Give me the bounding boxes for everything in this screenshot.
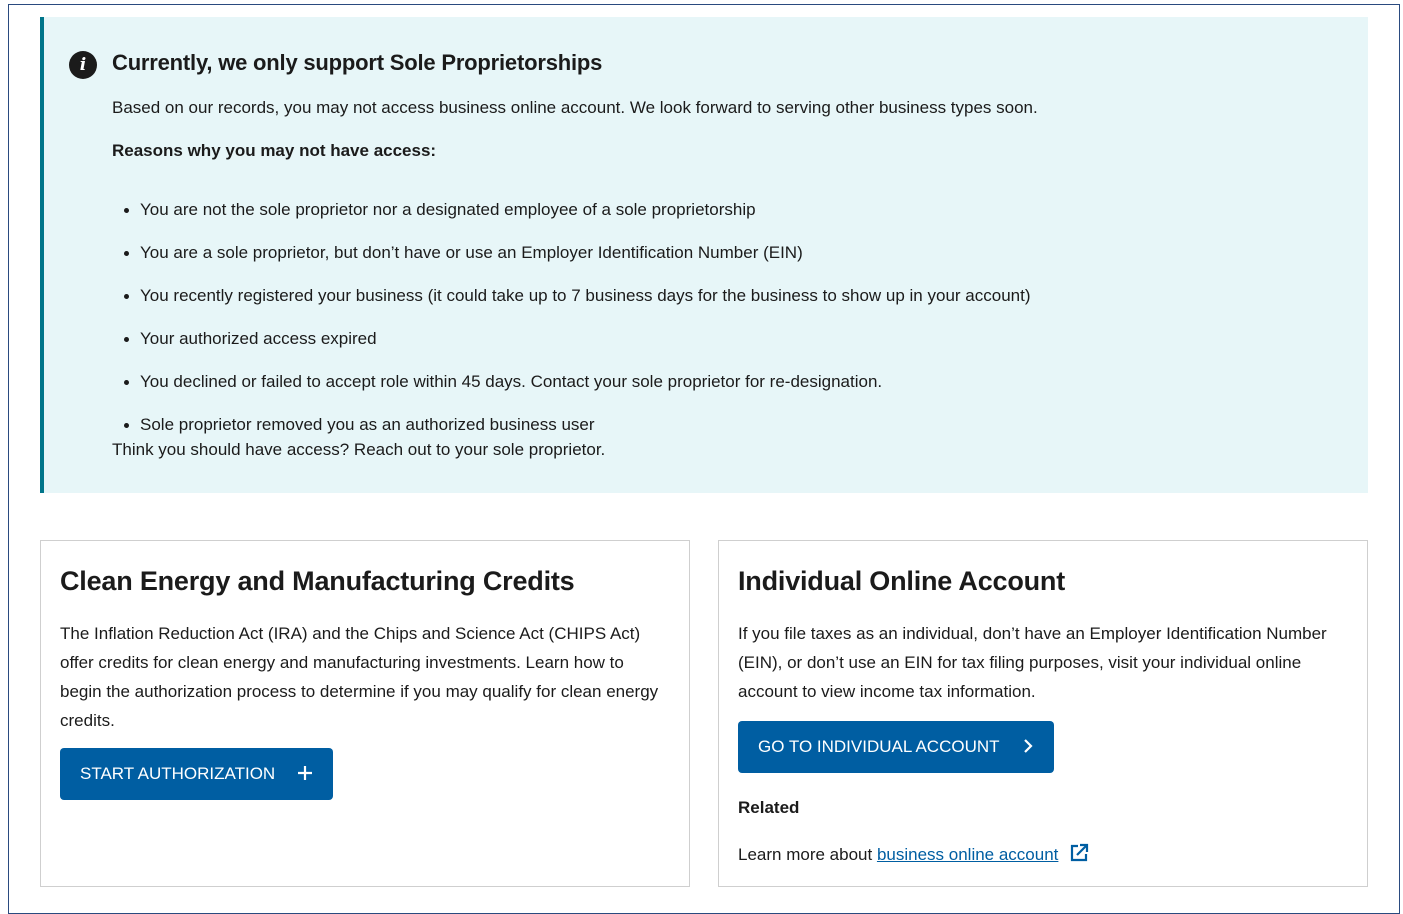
reason-item: You are not the sole proprietor nor a de… [112, 198, 1030, 241]
business-online-account-link-text: business online account [876, 845, 1059, 864]
info-icon: i [69, 51, 97, 79]
alert-title: Currently, we only support Sole Propriet… [112, 50, 603, 75]
individual-account-card: Individual Online Account If you file ta… [718, 540, 1368, 887]
reason-item: You recently registered your business (i… [112, 284, 1030, 327]
go-to-individual-account-button[interactable]: GO TO INDIVIDUAL ACCOUNT [738, 721, 1054, 773]
start-authorization-label: START AUTHORIZATION [80, 764, 276, 783]
related-label: Related [738, 798, 800, 817]
individual-account-title: Individual Online Account [738, 566, 1066, 596]
learn-more-text: Learn more about business online account [738, 843, 1089, 870]
reasons-list: You are not the sole proprietor nor a de… [112, 198, 1030, 456]
chevron-right-icon [1022, 736, 1034, 758]
business-online-account-link[interactable]: business online account [877, 845, 1058, 864]
learn-more-prefix: Learn more about [738, 845, 873, 864]
start-authorization-button[interactable]: START AUTHORIZATION [60, 748, 334, 800]
go-to-individual-account-label: GO TO INDIVIDUAL ACCOUNT [758, 737, 1000, 756]
clean-energy-description: The Inflation Reduction Act (IRA) and th… [60, 624, 659, 730]
plus-icon [297, 763, 313, 785]
info-alert: i Currently, we only support Sole Propri… [40, 17, 1368, 493]
individual-account-description: If you file taxes as an individual, don’… [738, 624, 1327, 701]
alert-description: Based on our records, you may not access… [112, 98, 1038, 117]
reason-item: Your authorized access expired [112, 327, 1030, 370]
external-link-icon[interactable] [1069, 843, 1089, 870]
reason-item: You declined or failed to accept role wi… [112, 370, 1030, 413]
reasons-heading: Reasons why you may not have access: [112, 141, 437, 160]
clean-energy-title: Clean Energy and Manufacturing Credits [60, 566, 575, 596]
clean-energy-card: Clean Energy and Manufacturing Credits T… [40, 540, 690, 887]
reason-item: You are a sole proprietor, but don’t hav… [112, 241, 1030, 284]
alert-footer: Think you should have access? Reach out … [112, 440, 606, 459]
